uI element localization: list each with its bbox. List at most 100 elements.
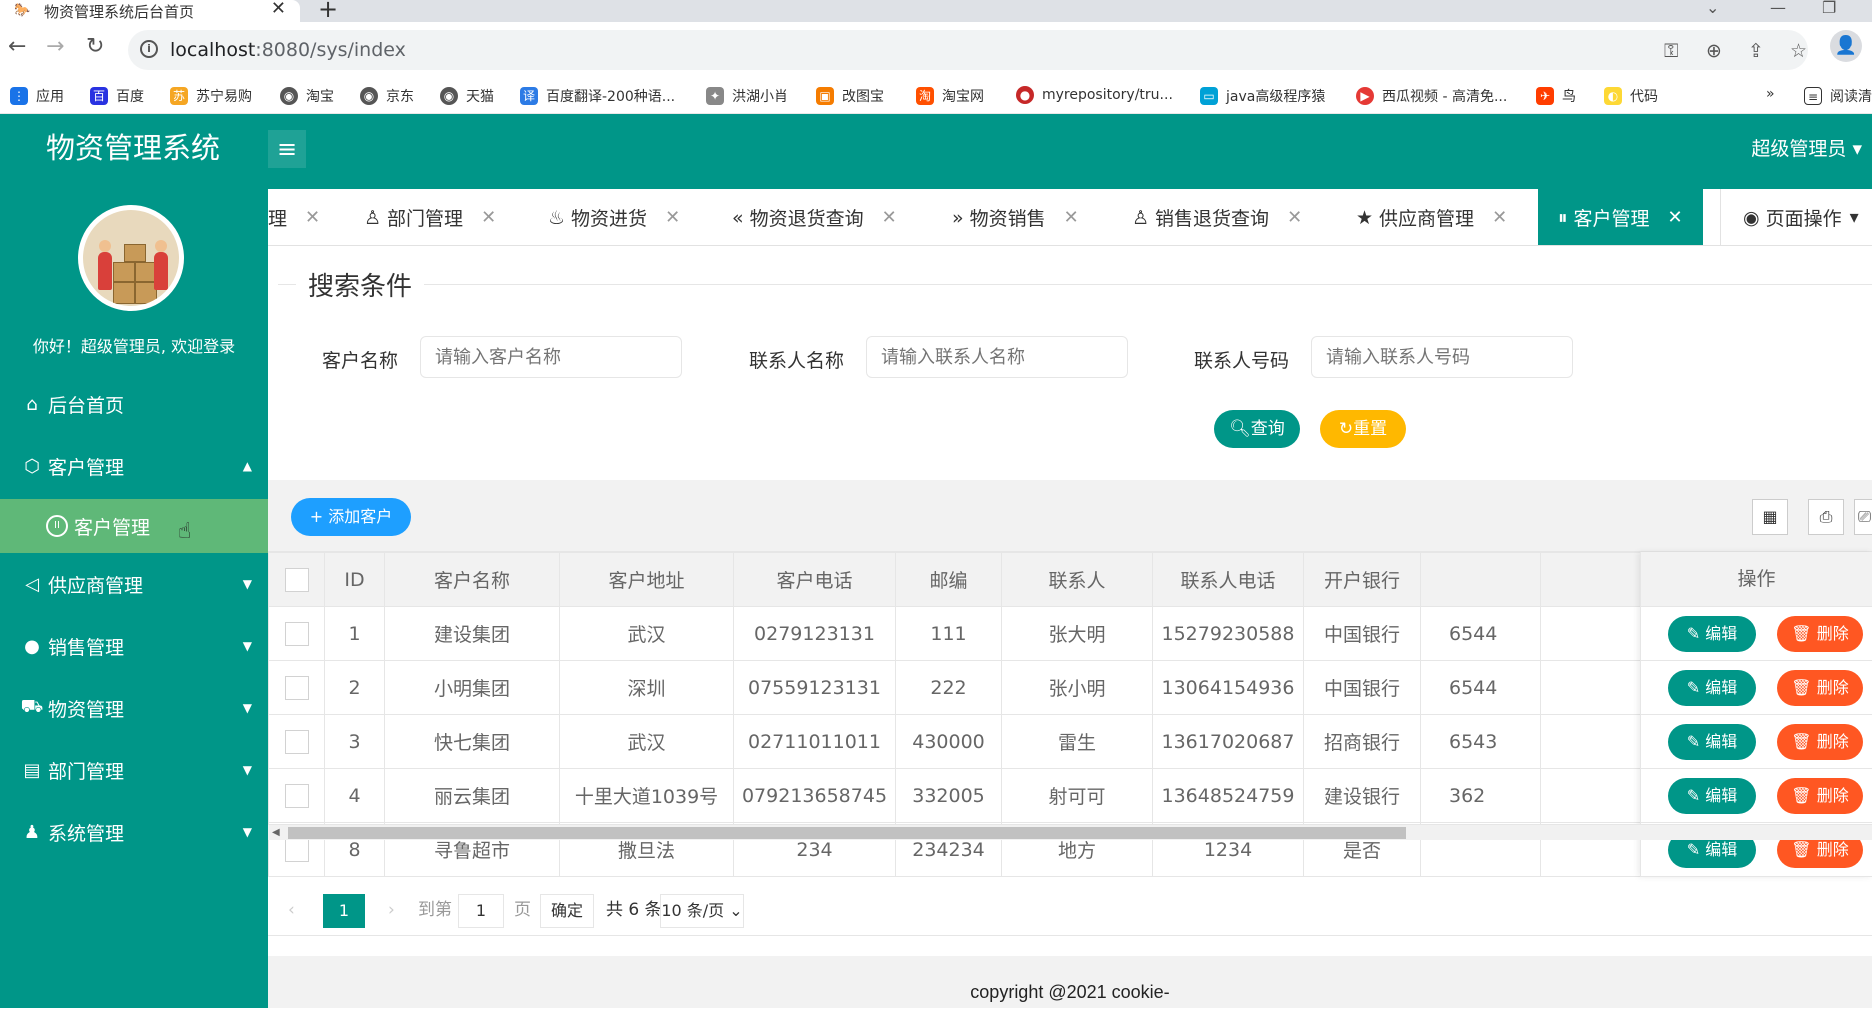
back-icon[interactable]: ← <box>8 36 26 58</box>
column-header-id[interactable]: ID <box>325 553 385 607</box>
current-page[interactable]: 1 <box>323 894 365 928</box>
row-select-cell[interactable] <box>269 715 325 769</box>
column-header-bank[interactable]: 开户银行 <box>1304 553 1421 607</box>
zoom-icon[interactable]: ⊕ <box>1706 40 1722 62</box>
column-header-contact[interactable]: 联系人 <box>1002 553 1153 607</box>
select-all-cell[interactable] <box>269 553 325 607</box>
edit-button[interactable]: ✎ 编辑 <box>1668 778 1756 814</box>
row-checkbox[interactable] <box>285 784 309 808</box>
tab-close-icon[interactable]: ✕ <box>882 207 897 228</box>
row-select-cell[interactable] <box>269 769 325 823</box>
tab-page-operations[interactable]: ◉页面操作▾ <box>1720 189 1872 246</box>
bookmark-suning[interactable]: 苏苏宁易购 <box>170 86 252 106</box>
column-header-contact-phone[interactable]: 联系人电话 <box>1153 553 1304 607</box>
bookmark-code[interactable]: ◐代码 <box>1604 86 1658 106</box>
print-icon[interactable]: ⎚ <box>1854 499 1872 535</box>
sidebar-item-material[interactable]: ⛟ 物资管理 ▼ <box>0 679 268 737</box>
user-menu[interactable]: 超级管理员 ▾ <box>1751 134 1862 161</box>
reload-icon[interactable]: ↻ <box>86 36 104 58</box>
tab-material-return[interactable]: «物资退货查询✕ <box>732 189 897 246</box>
select-all-checkbox[interactable] <box>285 568 309 592</box>
columns-filter-icon[interactable]: ▦ <box>1752 499 1788 535</box>
row-checkbox[interactable] <box>285 730 309 754</box>
tab-close-icon[interactable]: ✕ <box>665 207 680 228</box>
bookmarks-more[interactable]: » <box>1766 86 1775 102</box>
delete-button[interactable]: 🗑︎ 删除 <box>1777 778 1863 814</box>
tab-close-icon[interactable]: ✕ <box>481 207 496 228</box>
bookmark-tmall[interactable]: ◉天猫 <box>440 86 494 106</box>
table-row[interactable]: 4丽云集团十里大道1039号079213658745332005射可可13648… <box>269 769 1872 823</box>
page-size-select[interactable]: 10 条/页 ⌄ <box>660 894 744 928</box>
tab-close-icon[interactable]: ✕ <box>1064 207 1079 228</box>
bookmark-taobao[interactable]: ◉淘宝 <box>280 86 334 106</box>
column-header-zip[interactable]: 邮编 <box>896 553 1002 607</box>
query-button[interactable]: 🔍︎查询 <box>1214 410 1300 448</box>
bookmark-gaitubao[interactable]: ▣改图宝 <box>816 86 884 106</box>
sidebar-item-sales[interactable]: ● 销售管理 ▼ <box>0 617 268 675</box>
sidebar-item-home[interactable]: ⌂ 后台首页 <box>0 375 268 433</box>
bookmark-apps[interactable]: ⋮应用 <box>10 86 64 106</box>
column-header-customer-address[interactable]: 客户地址 <box>560 553 734 607</box>
export-icon[interactable]: ⎙ <box>1808 499 1844 535</box>
share-icon[interactable]: ⇪ <box>1748 40 1764 62</box>
edit-button[interactable]: ✎ 编辑 <box>1668 616 1756 652</box>
minimize-icon[interactable]: — <box>1770 0 1786 17</box>
tab-close-icon[interactable]: ✕ <box>1668 207 1683 228</box>
bookmark-niao[interactable]: ✈鸟 <box>1536 86 1576 106</box>
column-header-account[interactable] <box>1421 553 1541 607</box>
site-info-icon[interactable]: i <box>140 40 158 58</box>
next-page-icon[interactable]: › <box>388 892 395 928</box>
close-tab-icon[interactable]: ✕ <box>271 0 286 18</box>
scroll-left-icon[interactable]: ◀ <box>272 825 280 841</box>
tab-close-icon[interactable]: ✕ <box>305 207 320 228</box>
tab-supplier[interactable]: ★供应商管理✕ <box>1356 189 1507 246</box>
contact-name-input[interactable] <box>866 336 1128 378</box>
column-header-customer-phone[interactable]: 客户电话 <box>734 553 896 607</box>
restore-icon[interactable]: ❐ <box>1822 0 1836 17</box>
tab-material-sales[interactable]: »物资销售✕ <box>952 189 1079 246</box>
customer-name-input[interactable] <box>420 336 682 378</box>
horizontal-scrollbar[interactable]: ◀ <box>268 824 1872 840</box>
bookmark-baidu[interactable]: 百百度 <box>90 86 144 106</box>
bookmark-reading-list[interactable]: ≡阅读清单 <box>1804 86 1872 106</box>
tab-close-icon[interactable]: ✕ <box>1492 207 1507 228</box>
goto-page-input[interactable]: 1 <box>458 894 504 928</box>
browser-tab[interactable]: 🐎 物资管理系统后台首页 ✕ <box>0 0 300 22</box>
chevron-down-icon[interactable]: ⌄ <box>1706 0 1719 17</box>
bookmark-jd[interactable]: ◉京东 <box>360 86 414 106</box>
bookmark-xigua[interactable]: ▶西瓜视频 - 高清免... <box>1356 86 1507 106</box>
menu-toggle-icon[interactable]: ≡ <box>268 130 306 168</box>
tab-department[interactable]: ♙部门管理✕ <box>364 189 496 246</box>
star-icon[interactable]: ☆ <box>1790 40 1807 62</box>
add-customer-button[interactable]: + 添加客户 <box>291 498 411 536</box>
new-tab-icon[interactable]: + <box>318 0 338 20</box>
column-header-customer-name[interactable]: 客户名称 <box>385 553 560 607</box>
scrollbar-thumb[interactable] <box>288 827 1406 839</box>
delete-button[interactable]: 🗑︎ 删除 <box>1777 724 1863 760</box>
sidebar-item-supplier[interactable]: ◁ 供应商管理 ▼ <box>0 555 268 613</box>
bookmark-java[interactable]: ▭java高级程序猿 <box>1200 86 1325 106</box>
row-checkbox[interactable] <box>285 676 309 700</box>
sidebar-subitem-customer[interactable]: II 客户管理 <box>0 499 268 553</box>
row-checkbox[interactable] <box>285 838 309 862</box>
contact-phone-input[interactable] <box>1311 336 1573 378</box>
row-select-cell[interactable] <box>269 607 325 661</box>
bookmark-taobaowang[interactable]: 淘淘宝网 <box>916 86 984 106</box>
address-bar[interactable]: i localhost:8080/sys/index ⚿ ⊕ ⇪ ☆ <box>128 30 1808 70</box>
bookmark-myrepository[interactable]: ●myrepository/tru... <box>1016 86 1173 104</box>
sidebar-item-department[interactable]: ▤ 部门管理 ▼ <box>0 741 268 799</box>
forward-icon[interactable]: → <box>46 36 64 58</box>
table-row[interactable]: 2小明集团深圳07559123131222张小明13064154936中国银行6… <box>269 661 1872 715</box>
tab-partial[interactable]: 理✕ <box>268 189 320 246</box>
edit-button[interactable]: ✎ 编辑 <box>1668 670 1756 706</box>
tab-sales-return[interactable]: ♙销售退货查询✕ <box>1132 189 1302 246</box>
table-row[interactable]: 3快七集团武汉02711011011430000雷生13617020687招商银… <box>269 715 1872 769</box>
bookmark-fanyi[interactable]: 译百度翻译-200种语... <box>520 86 675 106</box>
reset-button[interactable]: ↻重置 <box>1320 410 1406 448</box>
sidebar-item-customer[interactable]: ⬡ 客户管理 ▲ <box>0 437 268 495</box>
tab-material-purchase[interactable]: ♨物资进货✕ <box>548 189 680 246</box>
row-select-cell[interactable] <box>269 661 325 715</box>
table-row[interactable]: 1建设集团武汉0279123131111张大明15279230588中国银行65… <box>269 607 1872 661</box>
bookmark-honghu[interactable]: ✦洪湖小肖 <box>706 86 788 106</box>
row-checkbox[interactable] <box>285 622 309 646</box>
